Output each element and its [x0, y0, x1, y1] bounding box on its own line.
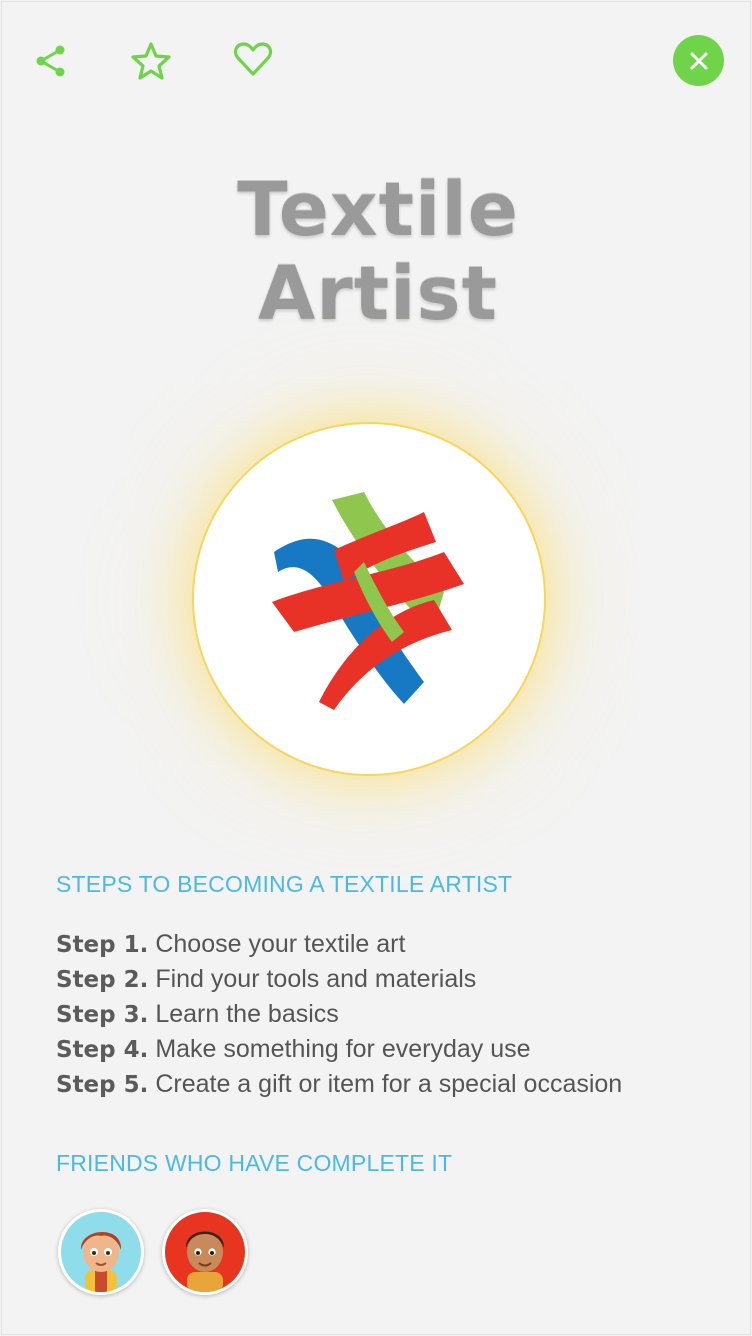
step-item-1: Step 1. Choose your textile art	[56, 927, 736, 962]
woven-ribbons-logo	[272, 492, 464, 710]
steps-heading: STEPS TO BECOMING A TEXTILE ARTIST	[56, 871, 513, 897]
page-title: Textile Artist	[2, 168, 752, 336]
app-screen: Textile Artist STEPS TO BECOMING A TEXTI…	[1, 1, 751, 1335]
step-text: Learn the basics	[155, 1000, 339, 1028]
step-text: Create a gift or item for a special occa…	[155, 1070, 623, 1098]
heart-icon[interactable]	[229, 35, 277, 83]
boy-avatar	[185, 1231, 225, 1292]
steps-list: Step 1. Choose your textile art Step 2. …	[56, 927, 736, 1102]
title-line-2: Artist	[258, 251, 498, 337]
step-label: Step 1.	[56, 932, 149, 958]
step-item-5: Step 5. Create a gift or item for a spec…	[56, 1067, 736, 1102]
star-icon[interactable]	[127, 37, 175, 85]
share-icon[interactable]	[27, 37, 75, 85]
step-item-2: Step 2. Find your tools and materials	[56, 962, 736, 997]
friends-heading: FRIENDS WHO HAVE COMPLETE IT	[56, 1150, 453, 1176]
close-icon	[690, 52, 707, 69]
girl-avatar	[80, 1231, 122, 1292]
close-button[interactable]	[673, 35, 724, 86]
top-toolbar	[2, 2, 752, 112]
step-text: Choose your textile art	[155, 930, 406, 958]
friend-avatar-1[interactable]	[58, 1209, 144, 1295]
title-line-1: Textile	[237, 167, 519, 253]
step-item-3: Step 3. Learn the basics	[56, 997, 736, 1032]
step-text: Make something for everyday use	[155, 1035, 531, 1063]
step-text: Find your tools and materials	[155, 965, 477, 993]
step-item-4: Step 4. Make something for everyday use	[56, 1032, 736, 1067]
step-label: Step 5.	[56, 1072, 149, 1098]
step-label: Step 4.	[56, 1037, 149, 1063]
step-label: Step 3.	[56, 1002, 149, 1028]
step-label: Step 2.	[56, 967, 149, 993]
friend-avatar-2[interactable]	[162, 1209, 248, 1295]
